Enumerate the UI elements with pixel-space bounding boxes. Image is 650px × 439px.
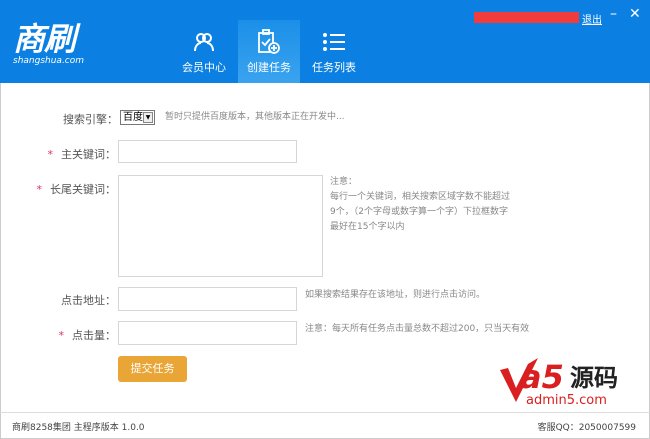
watermark-logo: a5 源码 admin5.com: [498, 350, 633, 408]
required-mark: *: [36, 183, 43, 196]
chevron-down-icon: ▼: [143, 112, 153, 123]
tab-member-center[interactable]: 会员中心: [173, 20, 235, 83]
label-text: 点击量：: [72, 329, 116, 342]
minimize-button[interactable]: –: [610, 6, 617, 22]
svg-text:源码: 源码: [570, 364, 618, 392]
tab-create-task[interactable]: 创建任务: [238, 20, 300, 83]
url-input[interactable]: [118, 287, 297, 311]
footer-version: 商刷8258集团 主程序版本 1.0.0: [12, 423, 145, 433]
tab-task-list[interactable]: 任务列表: [303, 20, 365, 83]
list-icon: [303, 28, 365, 56]
tab-label: 创建任务: [247, 61, 291, 74]
url-note: 如果搜索结果存在该地址，则进行点击访问。: [305, 290, 486, 300]
users-icon: [173, 28, 235, 56]
svg-text:admin5.com: admin5.com: [526, 393, 607, 406]
username-redacted: [474, 12, 579, 23]
logout-link[interactable]: 退出: [582, 11, 602, 26]
logo: 商刷 shangshua.com: [13, 22, 84, 66]
note-line: 注意：: [330, 177, 358, 187]
footer-divider: [0, 412, 650, 413]
engine-value: 百度: [123, 112, 143, 123]
required-mark: *: [47, 148, 54, 161]
engine-note: 暂时只提供百度版本，其他版本正在开发中...: [165, 112, 345, 122]
header: 商刷 shangshua.com 会员中心 创建任务 任务列表 退出 – ✕: [0, 0, 650, 83]
main-keyword-label: * 主关键词：: [40, 146, 117, 162]
clicks-input[interactable]: [118, 321, 297, 345]
clicks-label: * 点击量：: [40, 327, 117, 343]
note-line: 最好在15个字以内: [330, 222, 405, 232]
footer-support-qq: 客服QQ：2050007599: [537, 423, 636, 433]
long-keyword-note: 注意： 每行一个关键词，相关搜索区域字数不能超过 9个，（2个字母或数字算一个字…: [330, 175, 510, 235]
label-text: 长尾关键词：: [50, 183, 116, 196]
required-mark: *: [58, 329, 65, 342]
logo-subtext: shangshua.com: [13, 56, 85, 66]
engine-label: 搜索引擎：: [63, 113, 118, 126]
engine-select[interactable]: 百度 ▼: [120, 110, 155, 125]
label-text: 主关键词：: [61, 148, 116, 161]
close-button[interactable]: ✕: [629, 6, 641, 22]
note-line: 9个，（2个字母或数字算一个字）下拉框数字: [330, 207, 508, 217]
note-line: 每行一个关键词，相关搜索区域字数不能超过: [330, 192, 511, 202]
submit-task-button[interactable]: 提交任务: [118, 356, 187, 382]
long-keyword-textarea[interactable]: [118, 175, 323, 277]
main-keyword-input[interactable]: [118, 140, 297, 163]
svg-text:a5: a5: [520, 358, 564, 396]
long-keyword-label: * 长尾关键词：: [30, 181, 117, 197]
clicks-note: 注意：每天所有任务点击量总数不超过200，只当天有效: [305, 324, 530, 334]
clipboard-add-icon: [238, 28, 300, 56]
tab-label: 会员中心: [182, 61, 226, 74]
url-label: 点击地址：: [61, 294, 116, 307]
logo-text: 商刷: [13, 20, 76, 58]
tab-label: 任务列表: [312, 61, 356, 74]
